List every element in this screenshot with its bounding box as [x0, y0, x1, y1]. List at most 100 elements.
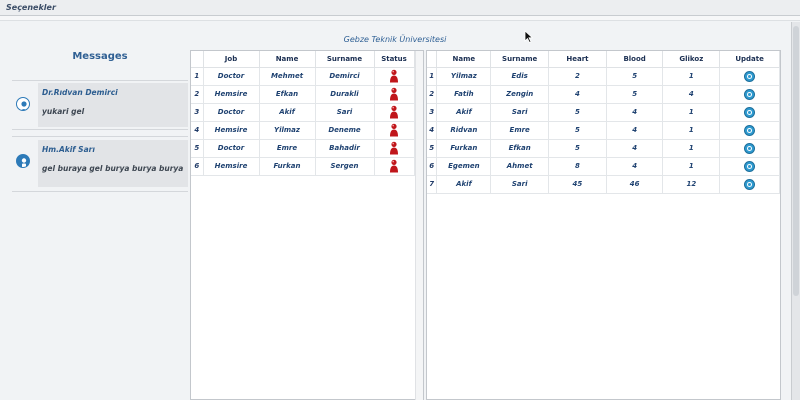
cell-update	[719, 121, 780, 140]
messages-title: Messages	[72, 51, 128, 62]
menu-secenekler[interactable]: Seçenekler	[6, 3, 56, 12]
message-item[interactable]: Dr.Rıdvan Demirci yukari gel	[12, 80, 188, 130]
row-index: 2	[191, 85, 204, 104]
cell-glikoz: 1	[662, 67, 721, 86]
person-status-icon[interactable]	[389, 141, 399, 155]
row-index: 3	[427, 103, 438, 122]
window-scrollbar[interactable]	[791, 22, 800, 400]
scrollbar-thumb[interactable]	[793, 26, 799, 296]
table-row[interactable]: 2 Hemsire Efkan Durakli	[191, 85, 415, 104]
cell-update	[719, 139, 780, 158]
message-item[interactable]: Hm.Akif Sarı gel buraya gel burya burya …	[12, 136, 188, 192]
cell-status	[374, 67, 415, 86]
cell-update	[719, 157, 780, 176]
refresh-icon[interactable]	[744, 70, 756, 82]
table-row[interactable]: 5 Furkan Efkan 5 4 1	[427, 139, 780, 158]
cell-surname: Durakli	[315, 85, 375, 104]
column-header-update[interactable]: Update	[719, 51, 780, 68]
message-sender: Dr.Rıdvan Demirci	[42, 88, 118, 97]
staff-table-header: Job Name Surname Status	[191, 51, 415, 68]
column-header-surname[interactable]: Surname	[315, 51, 375, 68]
cell-surname: Deneme	[315, 121, 375, 140]
cell-surname: Sergen	[315, 157, 375, 176]
table-row[interactable]: 3 Akif Sari 5 4 1	[427, 103, 780, 122]
cell-name: Akif	[436, 175, 492, 194]
cell-heart: 4	[548, 85, 607, 104]
column-header-blood[interactable]: Blood	[606, 51, 664, 68]
column-header-status[interactable]: Status	[374, 51, 415, 68]
cell-surname: Sari	[490, 103, 550, 122]
cell-glikoz: 4	[662, 85, 721, 104]
table-row[interactable]: 2 Fatih Zengin 4 5 4	[427, 85, 780, 104]
cell-surname: Sari	[315, 103, 375, 122]
cell-job: Doctor	[203, 103, 260, 122]
cell-surname: Bahadir	[315, 139, 375, 158]
university-title: Gebze Teknik Üniversitesi	[343, 35, 447, 44]
column-header-name[interactable]: Name	[259, 51, 316, 68]
table-row[interactable]: 3 Doctor Akif Sari	[191, 103, 415, 122]
table-row[interactable]: 7 Akif Sari 45 46 12	[427, 175, 780, 194]
refresh-icon[interactable]	[744, 142, 756, 154]
cell-surname: Emre	[490, 121, 550, 140]
cell-heart: 5	[548, 139, 607, 158]
table-row[interactable]: 1 Yilmaz Edis 2 5 1	[427, 67, 780, 86]
table-row[interactable]: 5 Doctor Emre Bahadir	[191, 139, 415, 158]
patient-table-panel[interactable]: Name Surname Heart Blood Glikoz Update 1…	[426, 50, 781, 400]
cell-name: Fatih	[436, 85, 492, 104]
table-row[interactable]: 4 Ridvan Emre 5 4 1	[427, 121, 780, 140]
cell-glikoz: 1	[662, 121, 721, 140]
person-status-icon[interactable]	[389, 87, 399, 101]
message-sender: Hm.Akif Sarı	[42, 145, 95, 154]
message-text: yukari gel	[42, 107, 85, 116]
cell-blood: 5	[606, 85, 664, 104]
refresh-icon[interactable]	[744, 106, 756, 118]
row-index: 7	[427, 175, 438, 194]
row-index: 3	[191, 103, 204, 122]
row-index: 1	[191, 67, 204, 86]
refresh-icon[interactable]	[744, 160, 756, 172]
table-row[interactable]: 6 Hemsire Furkan Sergen	[191, 157, 415, 176]
column-header-name[interactable]: Name	[436, 51, 492, 68]
column-header-heart[interactable]: Heart	[548, 51, 607, 68]
nurse-avatar-icon	[16, 154, 30, 168]
table-row[interactable]: 1 Doctor Mehmet Demirci	[191, 67, 415, 86]
staff-table-panel[interactable]: Job Name Surname Status 1 Doctor Mehmet Dem…	[190, 50, 424, 400]
cell-surname: Edis	[490, 67, 550, 86]
row-index: 4	[191, 121, 204, 140]
message-bubble: Hm.Akif Sarı gel buraya gel burya burya …	[38, 140, 188, 187]
patient-table-header: Name Surname Heart Blood Glikoz Update	[427, 51, 780, 68]
person-status-icon[interactable]	[389, 69, 399, 83]
row-index: 6	[427, 157, 438, 176]
person-status-icon[interactable]	[389, 105, 399, 119]
cell-glikoz: 1	[662, 103, 721, 122]
column-header-surname[interactable]: Surname	[490, 51, 550, 68]
doctor-avatar-icon	[16, 97, 30, 111]
cell-heart: 2	[548, 67, 607, 86]
menu-bar: Seçenekler	[0, 0, 800, 16]
cell-surname: Demirci	[315, 67, 375, 86]
cell-name: Akif	[436, 103, 492, 122]
person-status-icon[interactable]	[389, 123, 399, 137]
cell-surname: Sari	[490, 175, 550, 194]
row-index: 5	[191, 139, 204, 158]
column-header-job[interactable]: Job	[203, 51, 260, 68]
refresh-icon[interactable]	[744, 88, 756, 100]
table-row[interactable]: 4 Hemsire Yilmaz Deneme	[191, 121, 415, 140]
cell-blood: 5	[606, 67, 664, 86]
refresh-icon[interactable]	[744, 124, 756, 136]
cell-name: Furkan	[436, 139, 492, 158]
staff-table: Job Name Surname Status 1 Doctor Mehmet Dem…	[191, 51, 415, 176]
cell-blood: 4	[606, 103, 664, 122]
cell-update	[719, 85, 780, 104]
refresh-icon[interactable]	[744, 178, 756, 190]
cell-name: Emre	[259, 139, 316, 158]
staff-table-scrollbar[interactable]	[415, 51, 423, 400]
cell-job: Doctor	[203, 139, 260, 158]
cell-name: Ridvan	[436, 121, 492, 140]
column-header-glikoz[interactable]: Glikoz	[662, 51, 721, 68]
message-text: gel buraya gel burya burya burya	[42, 164, 184, 173]
cell-update	[719, 103, 780, 122]
cell-heart: 5	[548, 121, 607, 140]
person-status-icon[interactable]	[389, 159, 399, 173]
table-row[interactable]: 6 Egemen Ahmet 8 4 1	[427, 157, 780, 176]
